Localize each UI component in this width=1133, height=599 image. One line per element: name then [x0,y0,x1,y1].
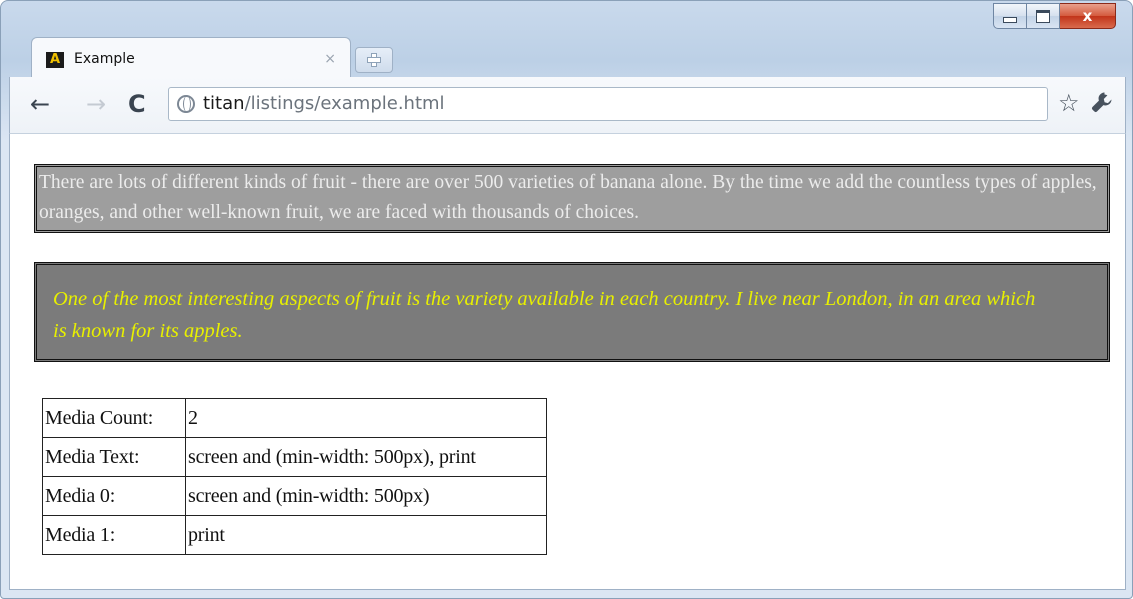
table-row: Media Count: 2 [42,398,547,438]
minimize-icon [1003,17,1017,23]
maximize-icon [1036,9,1050,23]
bookmark-star-icon[interactable]: ☆ [1058,89,1080,117]
table-cell-key: Media Count: [42,398,186,438]
url-host: titan [203,93,245,114]
globe-icon [177,95,195,113]
browser-window: x A Example × ← → C titan/listings/examp… [0,0,1133,599]
minimize-button[interactable] [993,3,1027,29]
tab-close-icon[interactable]: × [324,51,336,67]
table-row: Media 1: print [42,515,547,555]
paragraph-fruit-varieties: There are lots of different kinds of fru… [39,172,1097,223]
window-controls: x [993,3,1116,29]
table-cell-value: 2 [185,398,547,438]
new-tab-button[interactable] [355,47,393,73]
tab-example[interactable]: A Example × [31,37,351,77]
table-row: Media 0: screen and (min-width: 500px) [42,476,547,516]
page-content: There are lots of different kinds of fru… [9,133,1126,590]
table-cell-value: print [185,515,547,555]
title-bar[interactable]: x [1,1,1132,37]
table-cell-key: Media Text: [42,437,186,477]
fruit-intro-box: There are lots of different kinds of fru… [34,164,1110,233]
tab-title: Example [74,51,135,67]
table-cell-value: screen and (min-width: 500px), print [185,437,547,477]
fruit-country-box: One of the most interesting aspects of f… [34,262,1110,362]
favicon-icon: A [46,52,64,68]
wrench-svg [1092,92,1112,112]
close-icon: x [1082,7,1093,25]
table-row: Media Text: screen and (min-width: 500px… [42,437,547,477]
address-bar[interactable]: titan/listings/example.html [168,87,1048,121]
paragraph-fruit-country: One of the most interesting aspects of f… [53,288,1036,342]
table-cell-key: Media 0: [42,476,186,516]
plus-icon [367,53,381,67]
close-window-button[interactable]: x [1060,3,1116,29]
table-cell-value: screen and (min-width: 500px) [185,476,547,516]
wrench-icon[interactable] [1090,90,1114,120]
media-info-table: Media Count: 2 Media Text: screen and (m… [42,398,547,555]
reload-icon[interactable]: C [128,91,146,117]
maximize-button[interactable] [1027,3,1060,29]
table-cell-key: Media 1: [42,515,186,555]
url-text[interactable]: titan/listings/example.html [203,93,445,114]
toolbar: ← → C titan/listings/example.html ☆ [9,77,1126,133]
forward-arrow-icon[interactable]: → [86,91,106,117]
url-path: /listings/example.html [244,93,445,114]
back-arrow-icon[interactable]: ← [30,91,50,117]
